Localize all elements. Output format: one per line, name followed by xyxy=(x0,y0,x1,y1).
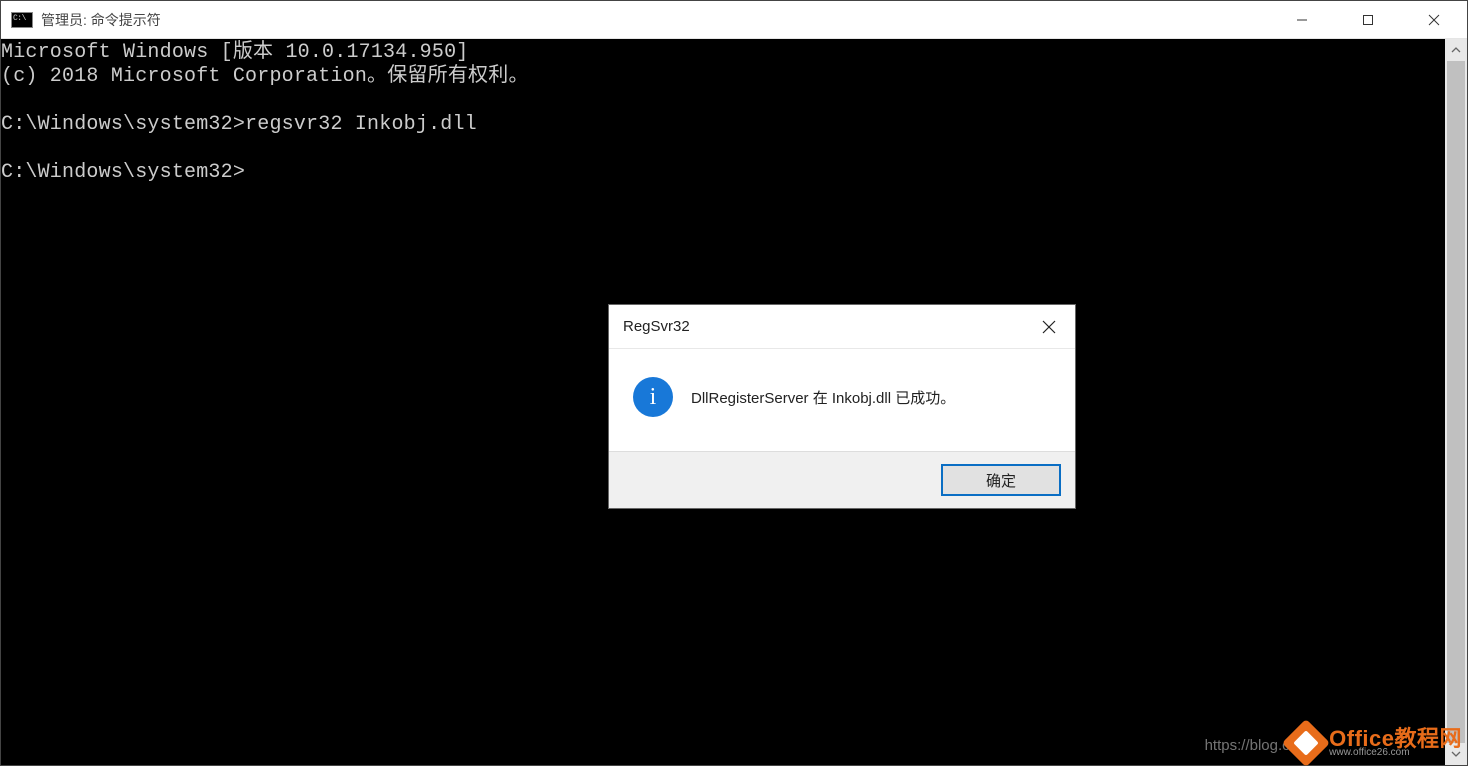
ok-button[interactable]: 确定 xyxy=(941,464,1061,496)
titlebar[interactable]: 管理员: 命令提示符 xyxy=(1,1,1467,39)
vertical-scrollbar[interactable] xyxy=(1445,39,1467,765)
regsvr32-dialog: RegSvr32 i DllRegisterServer 在 Inkobj.dl… xyxy=(608,304,1076,509)
terminal-line: (c) 2018 Microsoft Corporation。保留所有权利。 xyxy=(1,65,529,88)
scroll-track[interactable] xyxy=(1445,61,1467,743)
close-button[interactable] xyxy=(1401,1,1467,38)
minimize-icon xyxy=(1296,14,1308,26)
close-icon xyxy=(1428,14,1440,26)
dialog-message: DllRegisterServer 在 Inkobj.dll 已成功。 xyxy=(691,387,955,408)
chevron-up-icon xyxy=(1451,45,1461,55)
cmd-icon xyxy=(11,12,33,28)
window-title: 管理员: 命令提示符 xyxy=(41,10,1269,30)
dialog-title: RegSvr32 xyxy=(623,318,1023,335)
dialog-close-button[interactable] xyxy=(1023,305,1075,348)
maximize-button[interactable] xyxy=(1335,1,1401,38)
chevron-down-icon xyxy=(1451,749,1461,759)
title-controls xyxy=(1269,1,1467,38)
info-icon: i xyxy=(633,377,673,417)
scroll-thumb[interactable] xyxy=(1447,61,1465,743)
minimize-button[interactable] xyxy=(1269,1,1335,38)
terminal-line: C:\Windows\system32>regsvr32 Inkobj.dll xyxy=(1,113,477,136)
dialog-titlebar[interactable]: RegSvr32 xyxy=(609,305,1075,349)
dialog-body: i DllRegisterServer 在 Inkobj.dll 已成功。 xyxy=(609,349,1075,451)
terminal-line: Microsoft Windows [版本 10.0.17134.950] xyxy=(1,41,468,64)
scroll-up-button[interactable] xyxy=(1445,39,1467,61)
maximize-icon xyxy=(1362,14,1374,26)
dialog-footer: 确定 xyxy=(609,451,1075,508)
scroll-down-button[interactable] xyxy=(1445,743,1467,765)
close-icon xyxy=(1042,320,1056,334)
terminal-prompt: C:\Windows\system32> xyxy=(1,161,245,184)
